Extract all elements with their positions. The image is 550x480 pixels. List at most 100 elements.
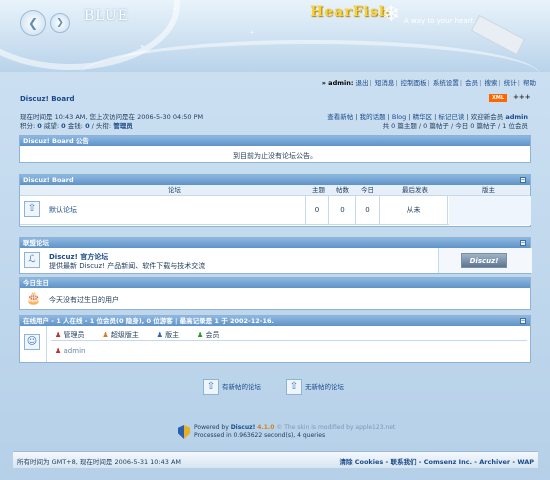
powered-by: Powered by Discuz! 4.1.0 © The skin is m… bbox=[194, 424, 396, 439]
super-moderator-role-icon: ♟ bbox=[102, 331, 109, 339]
table-row: ⇧ 默认论坛 0 0 0 从未 bbox=[20, 196, 531, 225]
snowflake-icon: ❄ bbox=[382, 2, 401, 27]
forum-last-post: 从未 bbox=[380, 196, 448, 225]
league-logo-cell: Discuz! bbox=[438, 248, 532, 273]
wap-link[interactable]: WAP bbox=[517, 458, 534, 466]
list-item: 🎂 今天没有过生日的用户 bbox=[20, 288, 530, 310]
nav-stats-link[interactable]: 统计 bbox=[504, 79, 517, 87]
clear-cookies-link[interactable]: 清除 Cookies bbox=[339, 458, 383, 466]
nav-members-link[interactable]: 会员 bbox=[465, 79, 478, 87]
digest-link[interactable]: 精华区 bbox=[413, 113, 433, 121]
nav-search-link[interactable]: 搜索 bbox=[484, 79, 497, 87]
forward-arrow-icon[interactable]: ❯ bbox=[50, 13, 70, 33]
list-item: ℒ Discuz! 官方论坛 提供最新 Discuz! 产品新闻、软件下载与技术… bbox=[20, 248, 532, 273]
processed-time-text: Processed in 0.963622 second(s), 4 queri… bbox=[194, 432, 326, 439]
site-header: ❮ ❯ BLUE HearFish A way to your heart...… bbox=[0, 0, 550, 72]
timezone-text: 所有时间为 GMT+8, 现在时间是 2006-5-31 10:43 AM bbox=[17, 458, 182, 466]
forum-topics-count: 0 bbox=[305, 196, 329, 225]
nav-logout-link[interactable]: 退出 bbox=[356, 79, 369, 87]
board-stats-text: 共 0 篇主题 / 0 篇帖子 / 今日 0 篇帖子 / 1 位会员 bbox=[382, 122, 528, 130]
birthday-header: 今日生日 bbox=[20, 278, 530, 288]
contact-link[interactable]: 联系我们 bbox=[390, 458, 416, 466]
user-stats: 积分: 0 威望: 0 金钱: 0 / 头衔: 管理员 bbox=[20, 122, 133, 130]
forum-list-panel: Discuz! Board − 论坛 主题 帖数 今日 最后发表 版主 ⇧ 默认… bbox=[19, 174, 531, 227]
birthday-panel: 今日生日 🎂 今天没有过生日的用户 bbox=[19, 277, 531, 310]
column-posts: 帖数 bbox=[336, 186, 349, 194]
column-moderator: 版主 bbox=[482, 186, 495, 194]
column-last-post: 最后发表 bbox=[402, 186, 428, 194]
snowflake-icon: ✦ bbox=[140, 44, 145, 50]
forum-status-icon: ⇧ bbox=[24, 201, 40, 217]
birthday-cake-icon: 🎂 bbox=[26, 291, 41, 305]
member-role-icon: ♟ bbox=[196, 331, 204, 339]
admin-role-icon: ♟ bbox=[55, 347, 62, 355]
blog-link[interactable]: Blog bbox=[392, 113, 406, 121]
blue-logo: BLUE bbox=[84, 8, 129, 24]
tape-decoration bbox=[470, 14, 526, 56]
new-posts-legend: ⇧ 有新帖的论坛 bbox=[203, 379, 261, 395]
online-users-header[interactable]: 在线用户 - 1 人在线 - 1 位会员(0 隐身), 0 位游客 | 最高记录… bbox=[20, 316, 530, 326]
current-user[interactable]: » admin: bbox=[322, 79, 354, 87]
nav-help-link[interactable]: 帮助 bbox=[523, 79, 536, 87]
online-users-list: ♟ 管理员 ♟ 超级版主 ♟ 版主 ♟ 会员 ♟ admin bbox=[46, 326, 530, 362]
birthday-text: 今天没有过生日的用户 bbox=[49, 296, 119, 304]
board-name-link[interactable]: Discuz! Board bbox=[20, 95, 75, 103]
admin-role-icon: ♟ bbox=[55, 331, 62, 339]
comsenz-link[interactable]: Comsenz Inc. bbox=[424, 458, 472, 466]
collapse-toggle-icon[interactable]: − bbox=[520, 318, 526, 324]
shield-icon bbox=[178, 425, 190, 439]
announcement-text: 到目前为止没有论坛公告。 bbox=[233, 152, 317, 160]
new-posts-forum-icon: ⇧ bbox=[203, 379, 219, 395]
user-title: 管理员 bbox=[113, 122, 133, 130]
league-header: 联盟论坛 − bbox=[20, 238, 530, 248]
online-user-link[interactable]: admin bbox=[64, 347, 86, 355]
discuz-logo-icon[interactable]: Discuz! bbox=[461, 253, 507, 268]
mark-read-link[interactable]: 标记已读 bbox=[438, 113, 464, 121]
announcement-panel: Discuz! Board 公告 到目前为止没有论坛公告。 bbox=[19, 135, 531, 163]
bottom-bar: 所有时间为 GMT+8, 现在时间是 2006-5-31 10:43 AM 清除… bbox=[13, 451, 538, 468]
divider bbox=[51, 340, 527, 341]
forum-posts-count: 0 bbox=[330, 196, 356, 225]
collapse-toggle-icon[interactable]: − bbox=[520, 240, 526, 246]
online-user-item: ♟ admin bbox=[55, 347, 85, 355]
moderator-role-icon: ♟ bbox=[156, 331, 163, 339]
online-legend: ♟ 管理员 ♟ 超级版主 ♟ 版主 ♟ 会员 bbox=[55, 331, 220, 339]
forum-name-link[interactable]: 默认论坛 bbox=[49, 205, 77, 215]
announcement-header: Discuz! Board 公告 bbox=[20, 136, 530, 146]
no-new-posts-legend: ⇧ 无新帖的论坛 bbox=[286, 379, 344, 395]
brand-logo[interactable]: HearFish bbox=[310, 4, 390, 20]
column-today: 今日 bbox=[361, 186, 374, 194]
nav-control-panel-link[interactable]: 控制面板 bbox=[401, 79, 427, 87]
archiver-link[interactable]: Archiver bbox=[479, 458, 510, 466]
skin-credit[interactable]: © The skin is modified by apple123.net bbox=[276, 424, 395, 431]
online-users-panel: 在线用户 - 1 人在线 - 1 位会员(0 隐身), 0 位游客 | 最高记录… bbox=[19, 315, 531, 363]
more-options-icon[interactable]: +++ bbox=[513, 93, 531, 101]
quick-links: 查看新帖 | 我的话题 | Blog | 精华区 | 标记已读 | 欢迎新会员 … bbox=[327, 113, 528, 130]
snowflake-icon: ✦ bbox=[172, 6, 178, 13]
forum-today-count: 0 bbox=[356, 196, 380, 225]
back-arrow-icon[interactable]: ❮ bbox=[20, 10, 46, 36]
newest-member-link[interactable]: admin bbox=[505, 113, 528, 121]
collapse-toggle-icon[interactable]: − bbox=[520, 177, 526, 183]
my-topics-link[interactable]: 我的话题 bbox=[360, 113, 386, 121]
nav-messages-link[interactable]: 短消息 bbox=[375, 79, 395, 87]
column-topics: 主题 bbox=[312, 186, 325, 194]
nav-settings-link[interactable]: 系统设置 bbox=[433, 79, 459, 87]
view-new-posts-link[interactable]: 查看新帖 bbox=[327, 113, 353, 121]
forum-list-header: Discuz! Board − bbox=[20, 175, 530, 185]
league-forum-desc: 提供最新 Discuz! 产品新闻、软件下载与技术交流 bbox=[49, 262, 206, 270]
user-info: 现在时间是 10:43 AM, 您上次访问是在 2006-5-30 04:50 … bbox=[20, 113, 203, 131]
discuz-link[interactable]: Discuz! bbox=[231, 424, 256, 431]
no-new-posts-forum-icon: ⇧ bbox=[286, 379, 302, 395]
forum-columns-row: 论坛 主题 帖数 今日 最后发表 版主 bbox=[20, 185, 530, 196]
visit-time-text: 现在时间是 10:43 AM, 您上次访问是在 2006-5-30 04:50 … bbox=[20, 113, 204, 121]
online-users-icon: ☺ bbox=[24, 334, 40, 350]
online-users-body: ☺ ♟ 管理员 ♟ 超级版主 ♟ 版主 ♟ 会员 ♟ admin bbox=[20, 326, 530, 362]
brand-tagline: A way to your heart... bbox=[404, 17, 480, 25]
forum-moderator bbox=[449, 196, 531, 225]
snowflake-icon: ✦ bbox=[250, 30, 255, 36]
xml-rss-badge[interactable]: XML bbox=[489, 94, 507, 102]
top-navigation: » admin: 退出| 短消息| 控制面板| 系统设置| 会员| 搜索| 统计… bbox=[321, 79, 536, 87]
league-forums-panel: 联盟论坛 − ℒ Discuz! 官方论坛 提供最新 Discuz! 产品新闻、… bbox=[19, 237, 532, 274]
bottom-links: 清除 Cookies - 联系我们 - Comsenz Inc. - Archi… bbox=[339, 458, 534, 466]
